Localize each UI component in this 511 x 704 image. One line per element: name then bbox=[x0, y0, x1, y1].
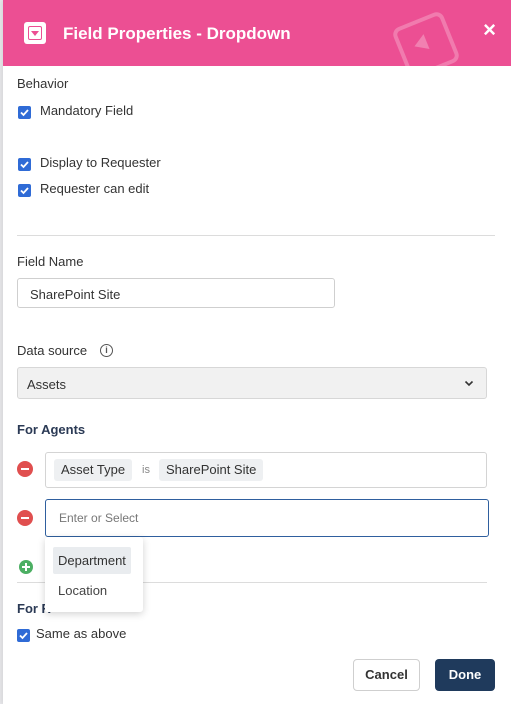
mandatory-label: Mandatory Field bbox=[40, 103, 134, 118]
same-as-above-label: Same as above bbox=[36, 626, 127, 641]
dropdown-field-icon bbox=[24, 22, 46, 44]
data-source-value: Assets bbox=[27, 377, 67, 392]
behavior-heading: Behavior bbox=[17, 76, 69, 91]
condition-input-placeholder: Enter or Select bbox=[59, 511, 139, 525]
condition-dropdown-menu: Department Location bbox=[45, 537, 143, 612]
section-divider bbox=[17, 235, 495, 236]
requester-can-edit-label: Requester can edit bbox=[40, 181, 150, 196]
mandatory-checkbox[interactable] bbox=[18, 106, 31, 119]
condition-input[interactable]: Enter or Select bbox=[45, 499, 489, 537]
data-source-label: Data source bbox=[17, 343, 88, 358]
remove-condition-icon[interactable] bbox=[17, 510, 33, 526]
requester-can-edit-checkbox[interactable] bbox=[18, 184, 31, 197]
info-icon[interactable]: i bbox=[100, 344, 113, 357]
close-icon[interactable]: × bbox=[483, 17, 496, 43]
display-to-requester-label: Display to Requester bbox=[40, 155, 161, 170]
done-button[interactable]: Done bbox=[435, 659, 495, 691]
condition-row[interactable]: Asset Type is SharePoint Site bbox=[45, 452, 487, 488]
field-name-input[interactable]: SharePoint Site bbox=[17, 278, 335, 308]
dialog-title: Field Properties - Dropdown bbox=[63, 24, 291, 43]
chevron-down-icon bbox=[464, 380, 474, 387]
cancel-button[interactable]: Cancel bbox=[353, 659, 420, 691]
display-to-requester-checkbox[interactable] bbox=[18, 158, 31, 171]
data-source-select[interactable]: Assets bbox=[17, 367, 487, 399]
for-agents-heading: For Agents bbox=[17, 422, 86, 437]
add-condition-icon[interactable] bbox=[19, 560, 33, 574]
watermark-icon bbox=[390, 9, 462, 66]
field-properties-dialog: Field Properties - Dropdown × Behavior M… bbox=[3, 0, 511, 704]
same-as-above-checkbox[interactable] bbox=[17, 629, 30, 642]
dropdown-option-department[interactable]: Department bbox=[53, 547, 131, 574]
condition-attribute-chip[interactable]: Asset Type bbox=[54, 459, 133, 481]
dropdown-option-location[interactable]: Location bbox=[53, 577, 112, 604]
remove-condition-icon[interactable] bbox=[17, 461, 33, 477]
condition-value-chip[interactable]: SharePoint Site bbox=[159, 459, 264, 481]
field-name-label: Field Name bbox=[17, 254, 84, 269]
condition-operator: is bbox=[142, 464, 150, 476]
dialog-header: Field Properties - Dropdown × bbox=[3, 0, 511, 66]
